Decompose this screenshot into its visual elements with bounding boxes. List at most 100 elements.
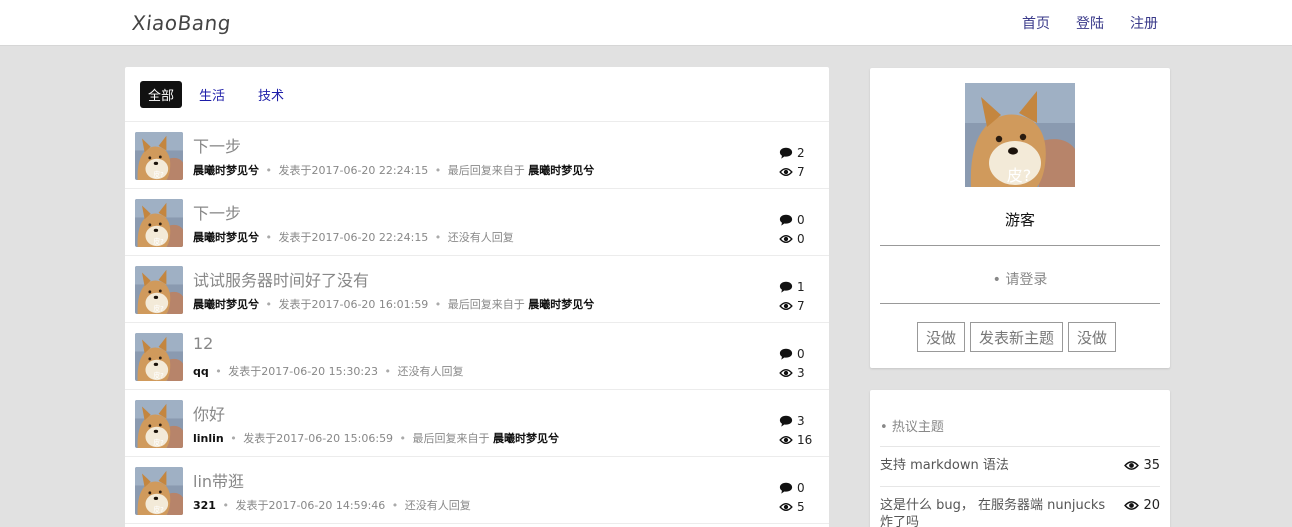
- eye-icon: [779, 435, 793, 445]
- separator-dot: •: [211, 365, 226, 378]
- divider: [880, 446, 1160, 447]
- comment-icon: [779, 213, 793, 227]
- tab-life[interactable]: 生活: [191, 81, 233, 108]
- topic-list-panel: 全部 生活 技术 皮? 下一步 晨曦时梦见兮 • 发表于2017-06-20 22:…: [125, 67, 829, 527]
- hot-topic-view-count: 35: [1143, 458, 1160, 473]
- topic-posted-time: 发表于2017-06-20 14:59:46: [235, 499, 386, 512]
- divider: [880, 303, 1160, 304]
- author-avatar[interactable]: 皮?: [135, 333, 183, 381]
- topic-title[interactable]: lin带逛: [193, 468, 244, 492]
- login-hint-text[interactable]: 请登录: [1005, 272, 1047, 288]
- topic-title[interactable]: 你好: [193, 401, 225, 425]
- top-navbar: XiaoBang 首页 登陆 注册: [0, 0, 1292, 46]
- hot-topic-title[interactable]: 支持 markdown 语法: [880, 457, 1120, 474]
- nav-login-link[interactable]: 登陆: [1076, 13, 1104, 33]
- eye-icon: [779, 234, 793, 244]
- topic-author[interactable]: 晨曦时梦见兮: [193, 298, 259, 311]
- topic-row[interactable]: 皮? 下一步晨曦时梦见兮 • 发表于2017-06-20 22:24:15 • 最…: [125, 122, 829, 189]
- bullet-icon: •: [880, 420, 892, 435]
- topic-meta: 晨曦时梦见兮 • 发表于2017-06-20 22:24:15 • 最后回复来自…: [193, 162, 594, 178]
- comment-icon: [779, 280, 793, 294]
- topic-author[interactable]: 321: [193, 499, 216, 512]
- hot-topic-item[interactable]: 这是什么 bug， 在服务器端 nunjucks 炸了吗 20: [880, 497, 1160, 527]
- tab-tech[interactable]: 技术: [250, 81, 292, 108]
- topic-title[interactable]: 下一步: [193, 133, 241, 157]
- comment-count: 0: [779, 347, 805, 361]
- topic-posted-time: 发表于2017-06-20 15:30:23: [228, 365, 379, 378]
- comment-count-value: 1: [797, 280, 805, 294]
- topic-reply-status: 最后回复来自于: [412, 432, 490, 445]
- topic-meta: 晨曦时梦见兮 • 发表于2017-06-20 16:01:59 • 最后回复来自…: [193, 296, 594, 312]
- topic-author[interactable]: linlin: [193, 432, 224, 445]
- tab-all[interactable]: 全部: [140, 80, 183, 108]
- topic-row[interactable]: 皮? 你好 linlin • 发表于2017-06-20 15:06:59 • 最后…: [125, 390, 829, 457]
- separator-dot: •: [388, 499, 402, 512]
- todo-button-right[interactable]: 没做: [1068, 322, 1117, 352]
- topic-meta: qq • 发表于2017-06-20 15:30:23 • 还没有人回复: [193, 363, 464, 379]
- topic-reply-status: 还没有人回复: [404, 499, 471, 512]
- author-avatar-image: 皮?: [135, 467, 183, 515]
- topic-row[interactable]: 皮? 下一步晨曦时梦见兮 • 发表于2017-06-20 22:24:15 • 还…: [125, 189, 829, 256]
- topic-author[interactable]: 晨曦时梦见兮: [193, 231, 259, 244]
- todo-button-left[interactable]: 没做: [917, 322, 966, 352]
- divider: [880, 486, 1160, 487]
- topic-last-replier[interactable]: 晨曦时梦见兮: [493, 432, 559, 445]
- topic-row[interactable]: 皮? lin带逛 321 • 发表于2017-06-20 14:59:46 • 还没…: [125, 457, 829, 524]
- comment-count: 3: [779, 414, 805, 428]
- view-count: 3: [779, 366, 805, 380]
- topic-last-replier[interactable]: 晨曦时梦见兮: [528, 164, 594, 177]
- comment-count: 0: [779, 213, 805, 227]
- nav-home-link[interactable]: 首页: [1022, 13, 1050, 33]
- avatar-caption: 皮?: [153, 438, 164, 447]
- topic-row[interactable]: 皮? 12 qq • 发表于2017-06-20 15:30:23 • 还没有人回复…: [125, 323, 829, 390]
- hot-topic-item[interactable]: 支持 markdown 语法 35: [880, 457, 1160, 474]
- separator-dot: •: [381, 365, 395, 378]
- comment-icon: [779, 414, 793, 428]
- new-topic-button[interactable]: 发表新主题: [970, 322, 1064, 352]
- author-avatar[interactable]: 皮?: [135, 266, 183, 314]
- author-avatar[interactable]: 皮?: [135, 467, 183, 515]
- comment-count-value: 0: [797, 213, 805, 227]
- separator-dot: •: [226, 432, 241, 445]
- login-hint[interactable]: • 请登录: [870, 269, 1170, 289]
- action-buttons: 没做 发表新主题 没做: [917, 322, 1117, 352]
- site-logo[interactable]: XiaoBang: [131, 11, 233, 35]
- view-count-value: 0: [797, 232, 805, 246]
- author-avatar-image: 皮?: [135, 333, 183, 381]
- topic-meta: 晨曦时梦见兮 • 发表于2017-06-20 22:24:15 • 还没有人回复: [193, 229, 514, 245]
- topic-title[interactable]: 12: [193, 334, 213, 353]
- view-count: 16: [779, 433, 812, 447]
- topic-posted-time: 发表于2017-06-20 15:06:59: [243, 432, 394, 445]
- nav-links: 首页 登陆 注册: [1022, 13, 1158, 33]
- author-avatar[interactable]: 皮?: [135, 132, 183, 180]
- topic-meta: linlin • 发表于2017-06-20 15:06:59 • 最后回复来自…: [193, 430, 559, 446]
- view-count: 5: [779, 500, 805, 514]
- hot-topic-title[interactable]: 这是什么 bug， 在服务器端 nunjucks 炸了吗: [880, 497, 1120, 527]
- eye-icon: [779, 167, 793, 177]
- separator-dot: •: [262, 231, 276, 244]
- comment-count: 0: [779, 481, 805, 495]
- separator-dot: •: [431, 298, 445, 311]
- separator-dot: •: [396, 432, 410, 445]
- avatar-caption: 皮?: [153, 237, 164, 246]
- guest-name: 游客: [1004, 211, 1035, 229]
- hot-topic-view-count: 20: [1143, 498, 1160, 513]
- author-avatar-image: 皮?: [135, 199, 183, 247]
- nav-register-link[interactable]: 注册: [1130, 13, 1158, 33]
- topic-author[interactable]: qq: [193, 365, 209, 378]
- view-count: 0: [779, 232, 805, 246]
- view-count: 7: [779, 165, 805, 179]
- user-card: 皮? 游客 • 请登录 没做 发表新主题 没做: [870, 68, 1170, 368]
- topic-row[interactable]: 皮? 试试服务器时间好了没有晨曦时梦见兮 • 发表于2017-06-20 16:0…: [125, 256, 829, 323]
- topic-last-replier[interactable]: 晨曦时梦见兮: [528, 298, 594, 311]
- topic-author[interactable]: 晨曦时梦见兮: [193, 164, 259, 177]
- author-avatar[interactable]: 皮?: [135, 199, 183, 247]
- comment-count-value: 0: [797, 347, 805, 361]
- avatar-caption: 皮?: [153, 505, 164, 514]
- comment-count-value: 2: [797, 146, 805, 160]
- topic-title[interactable]: 下一步: [193, 200, 241, 224]
- separator-dot: •: [262, 164, 276, 177]
- author-avatar[interactable]: 皮?: [135, 400, 183, 448]
- topic-reply-status: 最后回复来自于: [447, 298, 525, 311]
- topic-title[interactable]: 试试服务器时间好了没有: [193, 267, 369, 291]
